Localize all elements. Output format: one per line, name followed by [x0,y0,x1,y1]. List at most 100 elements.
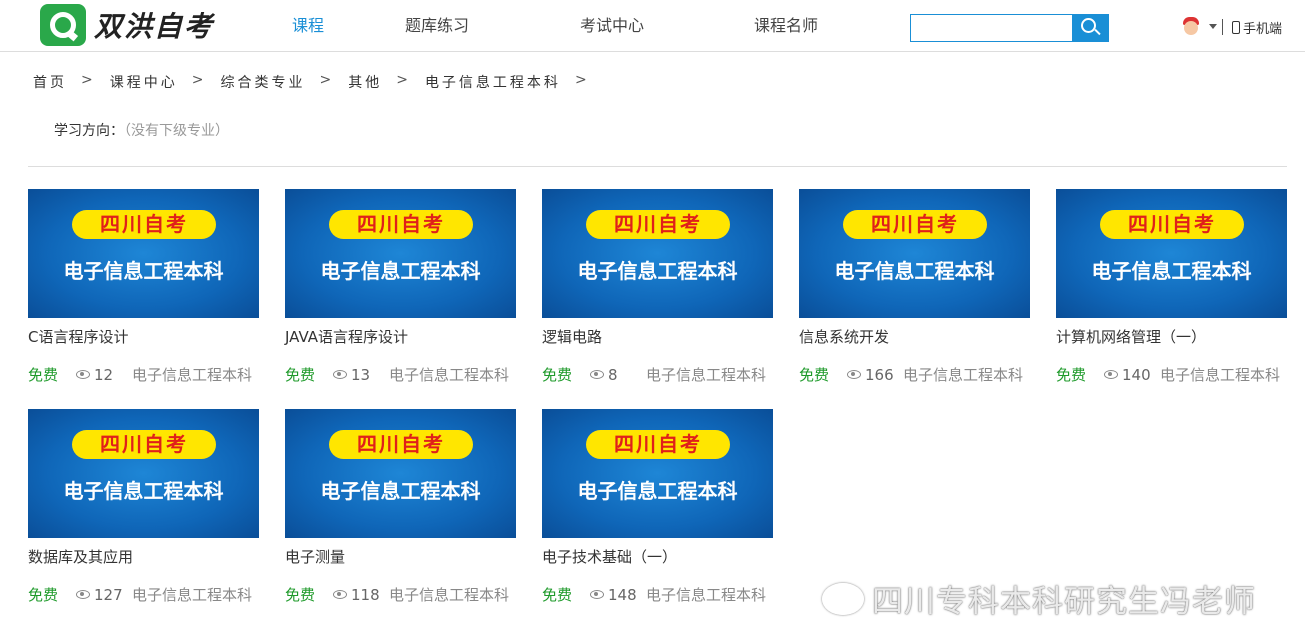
course-meta: 免费 8电子信息工程本科 [542,364,773,385]
course-category: 电子信息工程本科 [132,584,252,605]
course-category: 电子信息工程本科 [389,584,509,605]
direction-label: 学习方向： [54,123,124,139]
view-count: 13 [351,366,389,384]
phone-icon [1232,21,1240,34]
course-thumbnail[interactable]: 四川自考电子信息工程本科 [285,189,516,318]
course-thumbnail[interactable]: 四川自考电子信息工程本科 [28,189,259,318]
course-card[interactable]: 四川自考电子信息工程本科数据库及其应用免费127电子信息工程本科 [28,409,259,605]
course-title[interactable]: C语言程序设计 [28,326,259,346]
course-card[interactable]: 四川自考电子信息工程本科电子技术基础（一）免费148电子信息工程本科 [542,409,773,605]
thumbnail-subtitle: 电子信息工程本科 [1056,255,1287,284]
price-label: 免费 [28,364,76,385]
thumbnail-subtitle: 电子信息工程本科 [285,475,516,504]
breadcrumb: 首页 > 课程中心 > 综合类专业 > 其他 > 电子信息工程本科 > [33,72,604,92]
course-title[interactable]: 电子技术基础（一） [542,546,773,566]
breadcrumb-course-center[interactable]: 课程中心 [110,72,178,92]
eye-icon [847,370,861,379]
breadcrumb-comprehensive[interactable]: 综合类专业 [220,72,305,92]
search-input[interactable] [911,15,1073,41]
user-avatar[interactable] [1182,17,1200,37]
eye-icon [1104,370,1118,379]
mobile-label: 手机端 [1243,18,1282,37]
price-label: 免费 [285,364,333,385]
course-meta: 免费127电子信息工程本科 [28,584,259,605]
price-label: 免费 [542,584,590,605]
thumbnail-badge: 四川自考 [843,210,987,239]
course-title[interactable]: 电子测量 [285,546,516,566]
search-button[interactable] [1072,15,1108,41]
price-label: 免费 [1056,364,1104,385]
nav-courses[interactable]: 课程 [292,0,324,52]
course-category: 电子信息工程本科 [132,364,252,385]
eye-icon [590,370,604,379]
price-label: 免费 [542,364,590,385]
thumbnail-subtitle: 电子信息工程本科 [799,255,1030,284]
breadcrumb-separator: > [319,72,334,92]
view-count: 166 [865,366,903,384]
view-count: 140 [1122,366,1160,384]
site-header: 双洪自考 课程 题库练习 考试中心 课程名师 手机端 [0,0,1305,52]
nav-question-bank[interactable]: 题库练习 [405,0,469,52]
nav-exam-center[interactable]: 考试中心 [580,0,644,52]
breadcrumb-separator: > [192,72,207,92]
breadcrumb-separator: > [575,72,590,92]
thumbnail-subtitle: 电子信息工程本科 [28,475,259,504]
chevron-down-icon[interactable] [1209,24,1217,29]
watermark-text: 四川专科本科研究生冯老师 [872,576,1256,621]
course-thumbnail[interactable]: 四川自考电子信息工程本科 [542,189,773,318]
course-thumbnail[interactable]: 四川自考电子信息工程本科 [542,409,773,538]
logo-chat-icon [40,4,86,46]
course-title[interactable]: JAVA语言程序设计 [285,326,516,346]
course-category: 电子信息工程本科 [389,364,509,385]
mobile-link[interactable]: 手机端 [1232,18,1282,37]
study-direction: 学习方向：（没有下级专业） [54,120,229,140]
breadcrumb-current[interactable]: 电子信息工程本科 [425,72,561,92]
price-label: 免费 [28,584,76,605]
course-category: 电子信息工程本科 [646,364,766,385]
course-category: 电子信息工程本科 [1160,364,1280,385]
breadcrumb-other[interactable]: 其他 [348,72,382,92]
watermark: 四川专科本科研究生冯老师 [822,576,1256,621]
course-meta: 免费 12电子信息工程本科 [28,364,259,385]
eye-icon [76,370,90,379]
course-title[interactable]: 计算机网络管理（一） [1056,326,1287,346]
price-label: 免费 [799,364,847,385]
thumbnail-badge: 四川自考 [586,210,730,239]
course-card[interactable]: 四川自考电子信息工程本科计算机网络管理（一）免费140电子信息工程本科 [1056,189,1287,385]
divider [1222,19,1223,35]
view-count: 118 [351,586,389,604]
course-card[interactable]: 四川自考电子信息工程本科 JAVA语言程序设计免费 13电子信息工程本科 [285,189,516,385]
nav-teachers[interactable]: 课程名师 [754,0,818,52]
direction-value: （没有下级专业） [124,123,229,139]
course-card[interactable]: 四川自考电子信息工程本科信息系统开发免费166电子信息工程本科 [799,189,1030,385]
logo-text: 双洪自考 [94,5,214,45]
eye-icon [76,590,90,599]
thumbnail-badge: 四川自考 [72,210,216,239]
course-category: 电子信息工程本科 [903,364,1023,385]
thumbnail-badge: 四川自考 [329,210,473,239]
course-card[interactable]: 四川自考电子信息工程本科逻辑电路免费8电子信息工程本科 [542,189,773,385]
site-logo[interactable]: 双洪自考 [40,4,214,46]
view-count: 12 [94,366,132,384]
thumbnail-badge: 四川自考 [1100,210,1244,239]
course-title[interactable]: 逻辑电路 [542,326,773,346]
course-category: 电子信息工程本科 [646,584,766,605]
course-title[interactable]: 数据库及其应用 [28,546,259,566]
course-card[interactable]: 四川自考电子信息工程本科电子测量免费118电子信息工程本科 [285,409,516,605]
breadcrumb-home[interactable]: 首页 [33,72,67,92]
course-card[interactable]: 四川自考电子信息工程本科 C语言程序设计免费 12电子信息工程本科 [28,189,259,385]
course-thumbnail[interactable]: 四川自考电子信息工程本科 [799,189,1030,318]
eye-icon [333,590,347,599]
view-count: 8 [608,366,646,384]
eye-icon [333,370,347,379]
weibo-icon [822,583,864,615]
section-divider [28,166,1287,167]
eye-icon [590,590,604,599]
thumbnail-subtitle: 电子信息工程本科 [542,255,773,284]
course-meta: 免费148电子信息工程本科 [542,584,773,605]
course-thumbnail[interactable]: 四川自考电子信息工程本科 [28,409,259,538]
course-title[interactable]: 信息系统开发 [799,326,1030,346]
course-thumbnail[interactable]: 四川自考电子信息工程本科 [285,409,516,538]
course-thumbnail[interactable]: 四川自考电子信息工程本科 [1056,189,1287,318]
thumbnail-badge: 四川自考 [586,430,730,459]
